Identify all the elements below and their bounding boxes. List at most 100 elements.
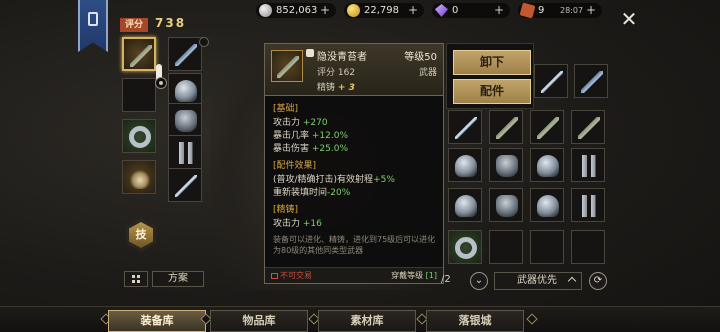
equip-slot-empty[interactable] <box>122 78 156 112</box>
close-icon[interactable]: ✕ <box>618 8 640 30</box>
helmet-icon <box>455 155 477 177</box>
currency-stamina: 9 28:07 + <box>518 2 602 19</box>
refine-stat-label: 攻击力 <box>273 219 301 229</box>
boots-icon <box>578 155 600 177</box>
inventory-slot[interactable] <box>530 110 564 144</box>
inventory-slot[interactable] <box>571 110 605 144</box>
wrench-icon <box>175 175 197 197</box>
item-name: 隐没青苔者 <box>317 52 367 63</box>
add-gem-button[interactable]: + <box>494 3 504 18</box>
sort-priority-label: 武器优先 <box>517 275 557 286</box>
boots-icon <box>578 195 600 217</box>
item-refine: 精铸 + 3 <box>317 80 355 93</box>
add-silver-button[interactable]: + <box>320 3 330 18</box>
inventory-slot[interactable] <box>534 64 568 98</box>
crest-icon <box>88 12 98 26</box>
inventory-slot[interactable] <box>489 230 523 264</box>
inventory-slot[interactable] <box>489 148 523 182</box>
tab-equipment[interactable]: 装备库 <box>108 310 206 332</box>
crossed-swords-icon <box>541 71 563 93</box>
parts-label: (普攻/精确打击)有效射程 <box>273 175 374 185</box>
stat-label: 暴击几率 <box>273 131 310 141</box>
tab-items[interactable]: 物品库 <box>210 310 308 332</box>
currency-value: 9 <box>538 5 545 16</box>
armor-icon <box>175 110 197 132</box>
equip-slot-sidearm[interactable] <box>168 37 202 71</box>
refine-value: + 3 <box>337 83 355 93</box>
inventory-slot[interactable] <box>530 230 564 264</box>
untradeable-tag: 不可交易 <box>271 270 312 281</box>
stat-label: 暴击伤害 <box>273 144 310 154</box>
inventory-slot[interactable] <box>530 188 564 222</box>
untradeable-text: 不可交易 <box>280 271 312 280</box>
equip-slot-ring[interactable] <box>122 119 156 153</box>
gold-coin-icon <box>347 4 360 17</box>
inventory-slot[interactable] <box>448 110 482 144</box>
inventory-slot[interactable] <box>571 230 605 264</box>
stat-value: +25.0% <box>311 144 349 154</box>
currency-value: 22,798 <box>364 5 399 16</box>
stamina-ticket-icon <box>519 2 536 19</box>
basic-header: [基础] <box>273 104 299 114</box>
unequip-button[interactable]: 卸下 <box>453 50 531 75</box>
equip-slot-trinket[interactable] <box>122 160 156 194</box>
rifle-icon <box>578 117 600 139</box>
add-gold-button[interactable]: + <box>408 3 418 18</box>
stat-label: 攻击力 <box>273 118 301 128</box>
equip-slot-boots[interactable] <box>168 135 202 169</box>
tab-materials[interactable]: 素材库 <box>318 310 416 332</box>
add-stamina-button[interactable]: + <box>586 3 596 18</box>
parts-line: (普攻/精确打击)有效射程+5% <box>273 172 395 185</box>
inventory-slot[interactable] <box>571 188 605 222</box>
sort-priority-dropdown[interactable]: 武器优先 <box>494 272 582 290</box>
plan-button[interactable]: 方案 <box>152 271 204 287</box>
inventory-slot[interactable] <box>448 188 482 222</box>
inventory-slot[interactable] <box>571 148 605 182</box>
currency-value: 852,063 <box>276 5 318 16</box>
page-down-button[interactable]: ⌄ <box>470 272 488 290</box>
equip-slot-armor[interactable] <box>168 103 202 137</box>
inventory-slot[interactable] <box>489 188 523 222</box>
currency-gold: 22,798 + <box>344 3 424 18</box>
score-label: 评分 <box>120 18 148 32</box>
ring-icon <box>129 126 151 148</box>
inventory-slot[interactable] <box>530 148 564 182</box>
rifle-icon <box>581 71 603 93</box>
silver-coin-icon <box>259 4 272 17</box>
wear-label: 穿戴等级 <box>391 271 424 280</box>
inventory-slot[interactable] <box>489 110 523 144</box>
equip-slot-weapon[interactable] <box>122 37 156 71</box>
wear-level: 穿戴等级 [1] <box>391 270 437 281</box>
rifle-icon <box>496 117 518 139</box>
grid-view-button[interactable] <box>124 271 148 287</box>
eye-icon[interactable] <box>155 77 167 89</box>
ring-icon <box>455 237 477 259</box>
refine-label: 精铸 <box>317 83 336 93</box>
inventory-slot[interactable] <box>448 148 482 182</box>
blade-icon <box>455 117 477 139</box>
parts-button[interactable]: 配件 <box>453 79 531 104</box>
refine-stat-value: +16 <box>302 219 322 229</box>
tab-city[interactable]: 落银城 <box>426 310 524 332</box>
currency-gem: 0 + <box>432 3 510 18</box>
rifle-icon <box>130 45 152 67</box>
helmet-icon <box>537 195 559 217</box>
helmet-icon <box>537 155 559 177</box>
stat-value: +12.0% <box>311 131 349 141</box>
stat-value: +270 <box>302 118 328 128</box>
item-type: 武器 <box>418 68 437 78</box>
equip-slot-helmet[interactable] <box>168 73 202 107</box>
stat-line: 暴击伤害 +25.0% <box>273 141 348 154</box>
slot-info-button[interactable] <box>199 37 209 47</box>
stat-line: 暴击几率 +12.0% <box>273 128 348 141</box>
helmet-icon <box>455 195 477 217</box>
currency-value: 0 <box>452 5 459 16</box>
item-level: 等级50 <box>404 52 437 63</box>
tooltip-header: 隐没青苔者 等级50 评分 162 武器 精铸 + 3 <box>265 44 443 96</box>
inventory-slot[interactable] <box>448 230 482 264</box>
inventory-slot[interactable] <box>574 64 608 98</box>
guild-banner[interactable] <box>78 0 108 52</box>
equip-slot-tool[interactable] <box>168 168 202 202</box>
rifle-icon <box>537 117 559 139</box>
refresh-button[interactable]: ⟳ <box>589 272 607 290</box>
